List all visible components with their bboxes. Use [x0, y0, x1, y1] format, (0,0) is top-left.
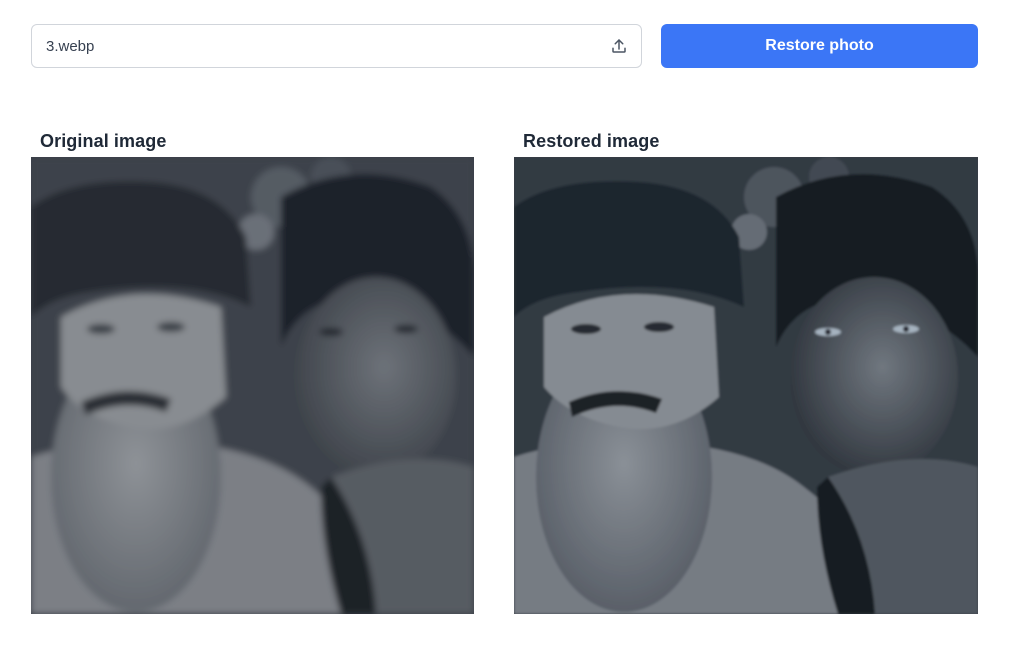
restored-image-label: Restored image — [523, 131, 660, 151]
file-upload-input[interactable]: 3.webp — [31, 24, 642, 68]
photo-restore-page: 3.webp Restore photo Original image Rest… — [0, 0, 1024, 654]
upload-icon[interactable] — [609, 36, 629, 56]
original-photo — [31, 157, 474, 614]
original-image-label: Original image — [40, 131, 167, 151]
file-name-text: 3.webp — [46, 37, 95, 55]
restore-photo-button[interactable]: Restore photo — [661, 24, 978, 68]
restored-photo — [514, 157, 978, 614]
